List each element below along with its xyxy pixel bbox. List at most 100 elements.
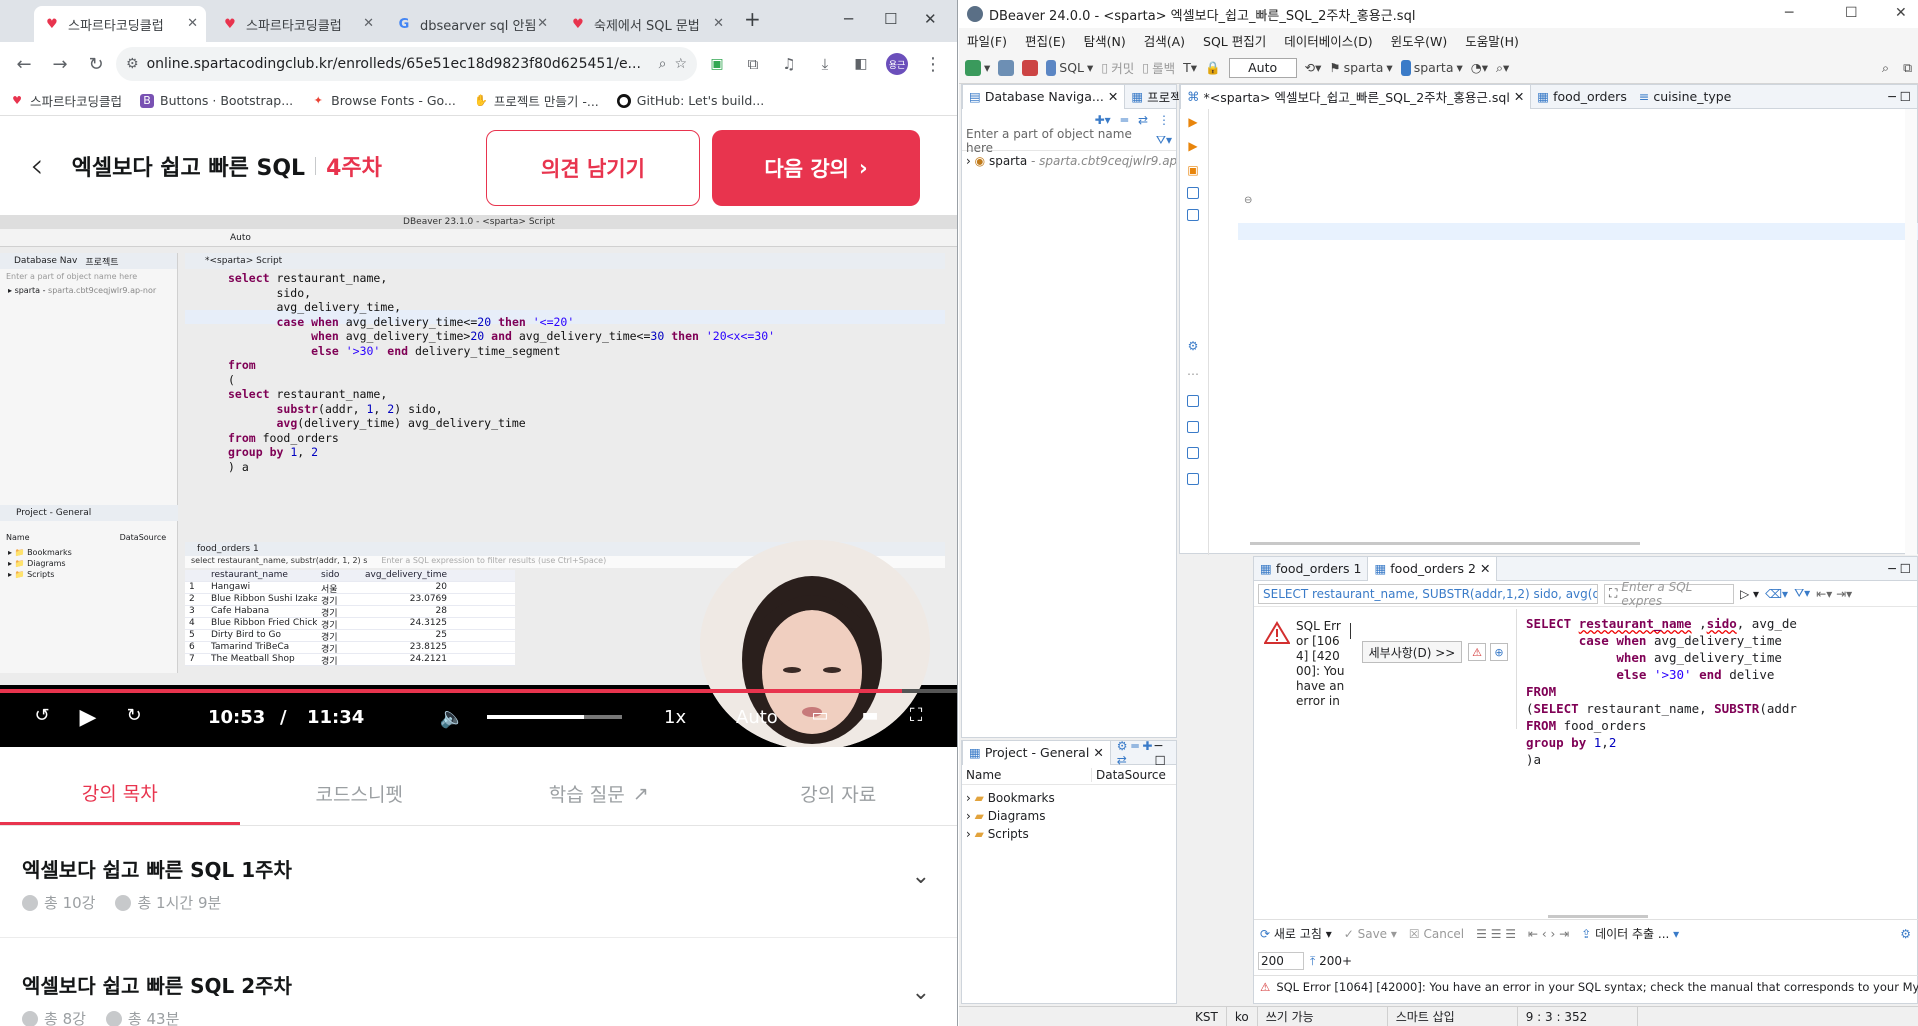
chevron-down-icon[interactable]: ⌄ (912, 980, 930, 1005)
menu-help[interactable]: 도움말(H) (1465, 31, 1519, 50)
minimize-panel-icon[interactable]: ─ ☐ (1888, 89, 1917, 104)
import-icon[interactable] (1187, 421, 1199, 433)
execute-script-icon[interactable]: ▶ (1188, 139, 1197, 153)
menu-search[interactable]: 검색(A) (1144, 31, 1185, 50)
format-icon[interactable] (1187, 447, 1199, 459)
close-icon[interactable]: ✕ (1108, 89, 1118, 104)
tab-database-navigator[interactable]: ▤ Database Naviga... ✕ (962, 84, 1126, 109)
close-window-icon[interactable]: ✕ (924, 10, 937, 28)
menu-window[interactable]: 윈도우(W) (1391, 31, 1448, 50)
menu-sql-editor[interactable]: SQL 편집기 (1203, 31, 1266, 50)
search-web-icon[interactable]: ⊕ (1490, 643, 1508, 661)
minimize-panel-icon[interactable]: ─ ☐ (1888, 561, 1917, 576)
page-nav-icon[interactable]: ⇤ ‹ › ⇥ (1528, 927, 1569, 941)
expand-icon[interactable]: › (966, 154, 971, 168)
apply-filter-icon[interactable]: ▷ ▾ (1740, 587, 1759, 601)
browser-tab[interactable]: G dbsearver sql 안됨 ✕ (386, 6, 556, 42)
table-row[interactable]: 5 Dirty Bird to Go 경기 25 (185, 630, 515, 642)
new-tab-icon[interactable]: + (744, 7, 761, 31)
minimize-icon[interactable]: ─ (1785, 5, 1793, 21)
extension-icon[interactable]: ▣ (701, 48, 733, 80)
close-icon[interactable]: ✕ (1480, 561, 1490, 576)
more-menu-icon[interactable]: ⋮ (917, 48, 949, 80)
global-search-icon[interactable]: ⌕ (1882, 60, 1895, 76)
maximize-icon[interactable]: ☐ (884, 10, 897, 28)
grid-header-cell[interactable] (185, 570, 207, 581)
quality-selector[interactable]: Auto (736, 707, 778, 728)
reload-icon[interactable]: ↻ (80, 48, 112, 80)
browser-tab[interactable]: ♥ 스파르타코딩클럽 ✕ (212, 6, 382, 42)
subtitles-icon[interactable]: ▭ (808, 705, 832, 726)
search-icon[interactable]: ⌕▾ (1496, 60, 1509, 76)
grid-header-cell[interactable]: avg_delivery_time (361, 570, 451, 581)
history-icon[interactable]: ⟲▾ (1305, 60, 1322, 75)
auto-commit-select[interactable]: Auto (1228, 57, 1297, 78)
table-row[interactable]: 3 Cafe Habana 경기 28 (185, 606, 515, 618)
connect-icon[interactable] (998, 59, 1015, 76)
week-section[interactable]: 엑셀보다 쉽고 빠른 SQL 2주차 총 8강 총 43분 ⌄ (0, 942, 957, 1026)
settings-gear-icon[interactable]: ⚙ (1900, 927, 1918, 941)
menu-file[interactable]: 파일(F) (967, 31, 1007, 50)
tab-cuisine-type[interactable]: ≡ cuisine_type (1633, 85, 1738, 109)
menu-database[interactable]: 데이터베이스(D) (1284, 31, 1372, 50)
side-panel-icon[interactable]: ◧ (845, 48, 877, 80)
media-icon[interactable]: ♫ (773, 48, 805, 80)
fetch-next-button[interactable]: ⤒ 200+ (1310, 954, 1352, 969)
bookmark-item[interactable]: ● GitHub: Let's build... (616, 93, 764, 108)
nav-arrows-icon[interactable]: ⇤▾ ⇥▾ (1816, 587, 1852, 601)
table-row[interactable]: 6 Tamarind TriBeCa 경기 23.8125 (185, 642, 515, 654)
connection-tree-item[interactable]: › ◉ sparta - sparta.cbt9ceqjwlr9.ap-nort… (962, 151, 1176, 171)
refresh-button[interactable]: ⟳ 새로 고침 ▾ (1260, 925, 1332, 942)
bookmark-item[interactable]: ✋ 프로젝트 만들기 -... (474, 91, 599, 110)
new-connection-icon[interactable]: ▾ (965, 59, 990, 76)
tab-results-2[interactable]: ▦ food_orders 2 ✕ (1367, 556, 1498, 581)
project-item-scripts[interactable]: › ▰ Scripts (966, 825, 1176, 843)
fold-icon[interactable]: ⊖ (1244, 195, 1252, 206)
tab-questions[interactable]: 학습 질문 ↗ (479, 762, 719, 825)
video-player[interactable]: DBeaver 23.1.0 - <sparta> Script Auto Da… (0, 215, 957, 747)
tab-results-1[interactable]: ▦ food_orders 1 (1254, 557, 1367, 581)
menu-edit[interactable]: 편집(E) (1025, 31, 1066, 50)
bookmark-item[interactable]: ♥ 스파르타코딩클럽 (10, 91, 122, 110)
settings-gear-icon[interactable]: ⚙ (1188, 339, 1199, 353)
filter-icon[interactable]: ⛛▾ (1156, 133, 1176, 148)
back-icon[interactable]: ← (8, 48, 40, 80)
tab-sql-script[interactable]: ⌘ *<sparta> 엑셀보다_쉽고_빠른_SQL_2주차_홍용근.sql ✕ (1180, 84, 1532, 109)
disconnect-icon[interactable] (1022, 59, 1039, 76)
maximize-icon[interactable]: ☐ (1845, 5, 1858, 21)
grid-header-cell[interactable]: restaurant_name (207, 570, 317, 581)
horizontal-scrollbar[interactable] (1250, 542, 1640, 545)
week-section[interactable]: 엑셀보다 쉽고 빠른 SQL 1주차 총 10강 총 1시간 9분 ⌄ (0, 826, 957, 938)
settings-gear-icon[interactable]: ⚙ ═ ✚ ⇄ (1111, 739, 1155, 767)
minimize-icon[interactable]: ─ (844, 10, 853, 28)
close-window-icon[interactable]: ✕ (1895, 5, 1907, 21)
dashboard-icon[interactable]: ◔▾ (1471, 60, 1488, 75)
next-lecture-button[interactable]: 다음 강의 › (712, 130, 920, 206)
fetch-size-input[interactable]: 200 (1258, 952, 1304, 970)
forward-icon[interactable]: → (44, 48, 76, 80)
link-icon[interactable]: ⇄ (1138, 113, 1148, 127)
filter-sql-input[interactable]: SELECT restaurant_name, SUBSTR(addr,1,2)… (1258, 583, 1598, 604)
cancel-button[interactable]: ☒ Cancel (1409, 927, 1464, 941)
volume-slider[interactable] (487, 715, 622, 719)
feedback-button[interactable]: 의견 남기기 (486, 130, 700, 206)
schema-select[interactable]: sparta ▾ (1400, 59, 1463, 76)
terminal-icon[interactable] (1187, 209, 1199, 221)
bookmark-star-icon[interactable]: ☆ (674, 56, 687, 72)
tab-code-snippet[interactable]: 코드스니펫 (240, 762, 480, 825)
collapse-icon[interactable]: ═ (1121, 113, 1128, 127)
table-row[interactable]: 7 The Meatball Shop 경기 24.2121 (185, 654, 515, 666)
eraser-icon[interactable]: ⌫▾ (1765, 587, 1788, 601)
table-row[interactable]: 4 Blue Ribbon Fried Chicken 경기 24.3125 (185, 618, 515, 630)
tab-toc[interactable]: 강의 목차 (0, 762, 240, 825)
execute-icon[interactable]: ▶ (1188, 115, 1197, 129)
project-item-bookmarks[interactable]: › ▰ Bookmarks (966, 789, 1176, 807)
close-icon[interactable]: ✕ (363, 16, 374, 31)
video-progress-bar[interactable] (0, 689, 957, 693)
close-icon[interactable]: ✕ (713, 16, 724, 31)
table-row[interactable]: 1 Hangawi 서울 20 (185, 582, 515, 594)
error-log-icon[interactable]: ⚠ (1468, 643, 1486, 661)
address-bar[interactable]: ⚙ online.spartacodingclub.kr/enrolleds/6… (116, 47, 697, 81)
zoom-icon[interactable]: ⌕ (659, 56, 667, 72)
volume-icon[interactable]: 🔈 (440, 705, 465, 729)
